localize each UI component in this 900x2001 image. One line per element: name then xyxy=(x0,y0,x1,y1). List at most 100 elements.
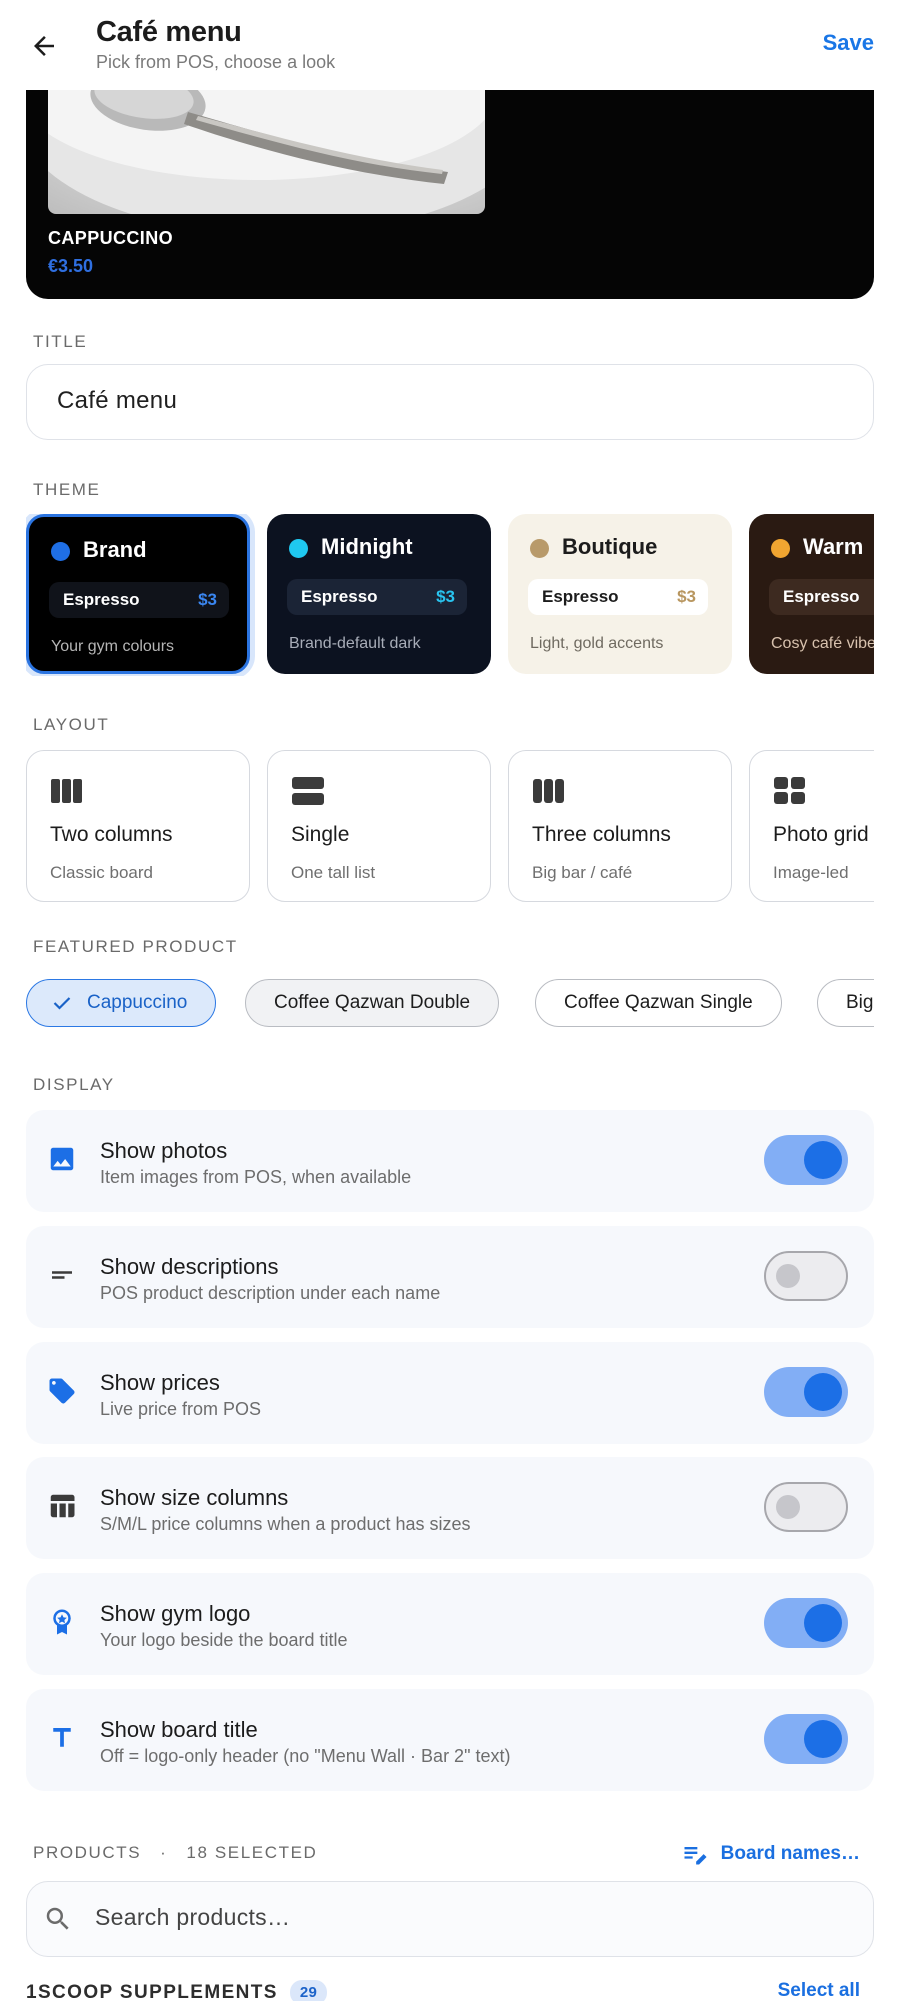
layout-card-two-columns[interactable]: Two columns Classic board xyxy=(26,750,250,902)
featured-section-label: FEATURED PRODUCT xyxy=(33,937,238,956)
theme-card-midnight[interactable]: Midnight Espresso $3 Brand-default dark xyxy=(267,514,491,674)
title-field[interactable] xyxy=(26,364,874,440)
badge-icon xyxy=(46,1606,78,1638)
title-input[interactable] xyxy=(57,387,837,415)
toggle-show-photos[interactable]: Show photos Item images from POS, when av… xyxy=(26,1110,874,1212)
theme-name: Warm xyxy=(803,534,864,559)
layout-description: Classic board xyxy=(50,863,153,882)
arrow-back-icon xyxy=(34,36,54,56)
layout-name: Single xyxy=(291,823,350,846)
display-section-label: DISPLAY xyxy=(33,1075,115,1094)
product-search-input[interactable] xyxy=(95,1904,835,1931)
theme-sample-item: Espresso xyxy=(63,590,140,609)
theme-color-dot xyxy=(771,539,790,558)
theme-description: Cosy café vibe xyxy=(771,635,874,652)
featured-chip-coffee-qazwan-double[interactable]: Coffee Qazwan Double xyxy=(245,979,500,1027)
select-all-button[interactable]: Select all xyxy=(778,1980,860,2001)
board-names-label: Board names… xyxy=(720,1843,860,1864)
toggle-show-descriptions[interactable]: Show descriptions POS product description… xyxy=(26,1225,874,1328)
title-section-label: TITLE xyxy=(33,332,88,351)
edit-list-icon xyxy=(684,1847,707,1865)
toggle-knob xyxy=(804,1141,842,1179)
toggle-label: Show size columns xyxy=(100,1485,289,1511)
chip-label: Coffee Qazwan Double xyxy=(274,992,471,1013)
toggle-switch[interactable] xyxy=(764,1366,848,1417)
theme-sample-price: $3 xyxy=(436,587,455,606)
featured-chip-coffee-qazwan-single[interactable]: Coffee Qazwan Single xyxy=(535,979,782,1027)
layout-name: Photo grid xyxy=(773,823,869,846)
theme-section-label: THEME xyxy=(33,480,101,499)
group-name: 1SCOOP SUPPLEMENTS xyxy=(26,1981,278,2001)
products-header: PRODUCTS · 18 SELECTED xyxy=(33,1843,318,1862)
product-group-header: 1SCOOP SUPPLEMENTS 29 xyxy=(26,1980,328,2001)
toggle-show-size-columns[interactable]: Show size columns S/M/L price columns whe… xyxy=(26,1457,874,1560)
theme-name: Brand xyxy=(83,537,147,562)
theme-sample-row: Espresso$3 xyxy=(528,579,708,615)
product-search-field[interactable] xyxy=(26,1881,874,1957)
board-names-button[interactable]: Board names… xyxy=(681,1840,860,1868)
theme-description: Light, gold accents xyxy=(530,635,664,652)
view-week-icon xyxy=(533,779,564,803)
layout-list: Two columns Classic board Single One tall l… xyxy=(26,750,874,904)
theme-sample-row: Espresso$3 xyxy=(769,579,874,615)
app-bar: Café menu Pick from POS, choose a look S… xyxy=(0,0,900,90)
page-title: Café menu xyxy=(96,16,242,48)
products-section-label: PRODUCTS xyxy=(33,1843,142,1862)
chip-label: Big xyxy=(846,992,874,1013)
layout-description: One tall list xyxy=(291,863,376,882)
toggle-switch[interactable] xyxy=(764,1714,848,1764)
toggle-show-prices[interactable]: Show prices Live price from POS xyxy=(26,1341,874,1444)
back-button[interactable] xyxy=(22,24,66,68)
image-icon xyxy=(46,1143,78,1175)
theme-name: Boutique xyxy=(562,534,658,559)
layout-name: Two columns xyxy=(50,823,173,846)
toggle-label: Show gym logo xyxy=(100,1601,251,1627)
toggle-switch[interactable] xyxy=(764,1135,848,1185)
toggle-knob xyxy=(804,1720,842,1758)
featured-product-chips: Cappuccino Coffee Qazwan Double Coffee Qaz… xyxy=(26,979,874,1029)
toggle-show-board-title[interactable]: Show board title Off = logo-only header (… xyxy=(26,1689,874,1791)
theme-sample-row: Espresso$3 xyxy=(287,579,467,615)
toggle-knob xyxy=(804,1372,842,1411)
short-text-icon xyxy=(46,1259,78,1291)
toggle-description: Item images from POS, when available xyxy=(100,1167,412,1187)
theme-card-warm[interactable]: Warm Espresso$3 Cosy café vibe xyxy=(749,514,874,674)
toggle-show-gym-logo[interactable]: Show gym logo Your logo beside the board … xyxy=(26,1573,874,1676)
table-columns-icon xyxy=(46,1490,78,1522)
featured-chip-big[interactable]: Big xyxy=(817,979,874,1027)
text-title-icon xyxy=(46,1722,78,1754)
layout-card-photo-grid[interactable]: Photo grid Image-led xyxy=(749,750,874,902)
theme-sample-price: $3 xyxy=(677,587,696,606)
layout-card-single[interactable]: Single One tall list xyxy=(267,750,491,902)
layout-name: Three columns xyxy=(532,823,671,846)
theme-sample-price: $3 xyxy=(198,590,217,609)
toggle-knob xyxy=(776,1263,800,1288)
chip-label: Cappuccino xyxy=(87,992,188,1013)
toggle-label: Show prices xyxy=(100,1369,220,1395)
page-subtitle: Pick from POS, choose a look xyxy=(96,52,336,72)
preview-product-price: €3.50 xyxy=(48,256,94,276)
toggle-description: S/M/L price columns when a product has s… xyxy=(100,1514,471,1535)
theme-description: Brand-default dark xyxy=(289,635,421,652)
theme-color-dot xyxy=(289,539,308,558)
group-count-badge: 29 xyxy=(289,1980,328,2001)
theme-description: Your gym colours xyxy=(51,638,175,655)
menu-preview: CAPPUCCINO €3.50 xyxy=(26,60,874,299)
toggle-switch[interactable] xyxy=(764,1598,848,1649)
featured-chip-cappuccino[interactable]: Cappuccino xyxy=(26,979,217,1027)
save-button[interactable]: Save xyxy=(823,30,874,56)
search-icon xyxy=(46,1907,69,1930)
layout-card-three-columns[interactable]: Three columns Big bar / café xyxy=(508,750,732,902)
theme-color-dot xyxy=(51,542,70,561)
toggle-switch[interactable] xyxy=(764,1250,848,1301)
view-agenda-icon xyxy=(292,777,324,805)
check-icon xyxy=(53,997,71,1010)
theme-card-boutique[interactable]: Boutique Espresso $3 Light, gold accents xyxy=(508,514,732,674)
preview-product-name: CAPPUCCINO xyxy=(48,228,174,248)
toggle-switch[interactable] xyxy=(764,1482,848,1533)
layout-section-label: LAYOUT xyxy=(33,715,110,734)
toggle-description: POS product description under each name xyxy=(100,1282,441,1303)
toggle-label: Show board title xyxy=(100,1717,258,1742)
theme-list: Brand Espresso $3 Your gym colours Midnight E… xyxy=(26,514,874,676)
theme-card-brand[interactable]: Brand Espresso $3 Your gym colours xyxy=(26,514,250,674)
